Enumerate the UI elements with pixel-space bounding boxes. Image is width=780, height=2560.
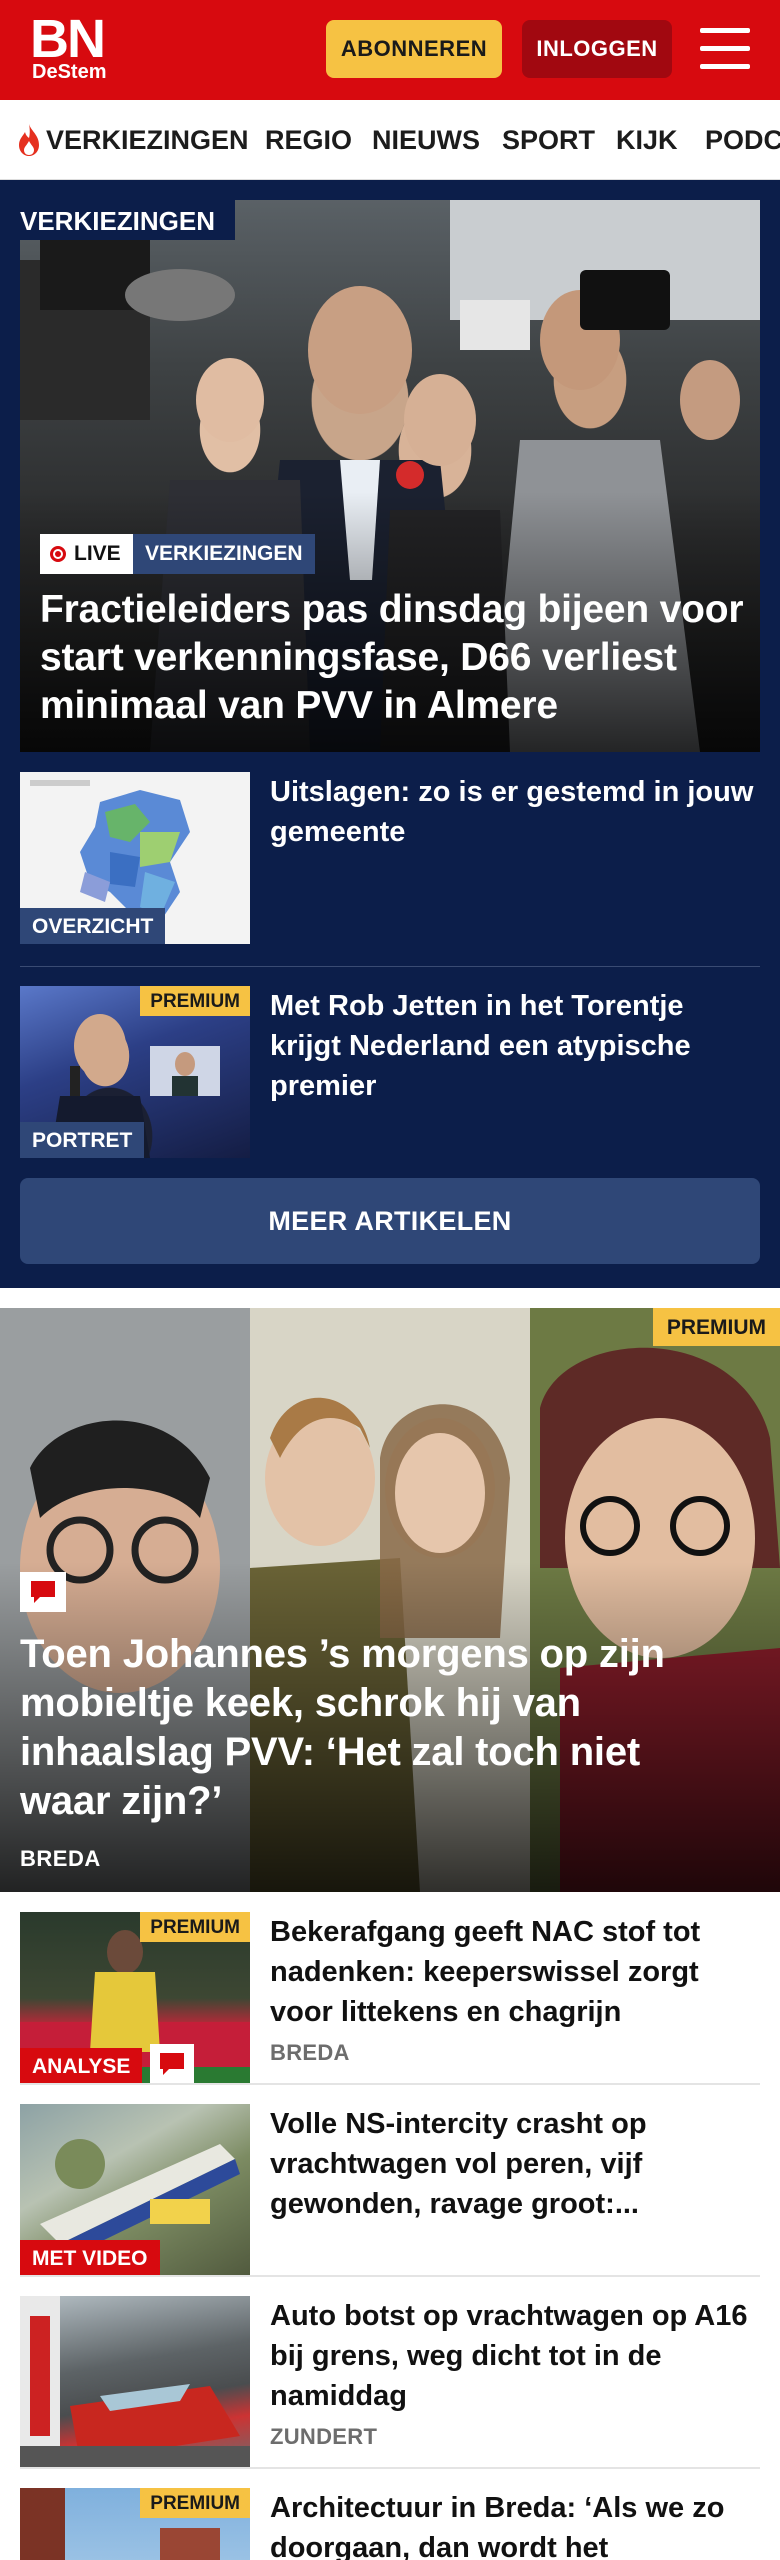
divider: [20, 966, 760, 967]
nav-label: VERKIEZINGEN: [46, 124, 249, 155]
article-title[interactable]: Architectuur in Breda: ‘Als we zo doorga…: [270, 2488, 760, 2560]
divider: [20, 2467, 760, 2469]
side-article-title[interactable]: Uitslagen: zo is er gestemd in jouw geme…: [270, 772, 760, 852]
analysis-tag: ANALYSE: [20, 2048, 143, 2084]
list-article[interactable]: Auto botst op vrachtwagen op A16 bij gre…: [20, 2296, 760, 2468]
hero-title[interactable]: Fractieleiders pas dinsdag bijeen voor s…: [40, 586, 750, 730]
results-map-image: OVERZICHT: [20, 772, 250, 944]
premium-badge: PREMIUM: [140, 1912, 250, 1942]
nav-item-nieuws[interactable]: NIEUWS: [372, 100, 480, 179]
subscribe-button[interactable]: ABONNEREN: [326, 20, 502, 78]
article-title[interactable]: Bekerafgang geeft NAC stof tot nadenken:…: [270, 1912, 760, 2032]
nav-item-regio[interactable]: REGIO: [265, 100, 352, 179]
article-location: BREDA: [270, 2040, 350, 2065]
login-button[interactable]: INLOGGEN: [522, 20, 672, 78]
flame-icon: [19, 124, 39, 156]
live-dot-icon: [50, 546, 66, 562]
logo-sub: DeStem: [32, 61, 107, 83]
hero-article[interactable]: VERKIEZINGEN LIVE VERKIEZINGEN Fractiele…: [20, 200, 760, 752]
live-label: LIVE: [74, 542, 121, 565]
list-article[interactable]: PREMIUM ANALYSE Bekerafgang geeft NAC st…: [20, 1912, 760, 2084]
feature-title[interactable]: Toen Johannes ’s morgens op zijn mobielt…: [20, 1630, 720, 1826]
election-section: VERKIEZINGEN LIVE VERKIEZINGEN Fractiele…: [0, 180, 780, 1288]
portrait-label: PORTRET: [20, 1122, 145, 1158]
section-nav: VERKIEZINGEN REGIO NIEUWS SPORT KIJK POD…: [0, 100, 780, 180]
comment-icon: [150, 2044, 194, 2084]
section-tag: VERKIEZINGEN: [20, 200, 236, 240]
logo-main: BN: [30, 9, 106, 69]
nav-item-kijk[interactable]: KIJK: [616, 100, 678, 179]
portrait-image: PREMIUM PORTRET: [20, 986, 250, 1158]
premium-badge: PREMIUM: [652, 1308, 780, 1346]
category-badge: VERKIEZINGEN: [133, 534, 315, 574]
divider: [20, 2275, 760, 2277]
feature-location: BREDA: [20, 1846, 101, 1871]
feature-article[interactable]: PREMIUM Toen Johannes ’s morgens op zijn…: [0, 1308, 780, 1892]
side-article[interactable]: OVERZICHT Uitslagen: zo is er gestemd in…: [20, 772, 760, 944]
divider: [20, 2083, 760, 2085]
nav-item-podcast[interactable]: PODC: [705, 100, 780, 179]
menu-icon[interactable]: [700, 28, 750, 70]
more-articles-button[interactable]: MEER ARTIKELEN: [20, 1178, 760, 1264]
article-image: MET VIDEO: [20, 2104, 250, 2276]
video-tag: MET VIDEO: [20, 2240, 160, 2276]
site-header: BN DeStem ABONNEREN INLOGGEN: [0, 0, 780, 100]
site-logo[interactable]: BN DeStem: [30, 9, 107, 83]
side-article[interactable]: PREMIUM PORTRET Met Rob Jetten in het To…: [20, 986, 760, 1158]
premium-badge: PREMIUM: [140, 2488, 250, 2518]
article-image: [20, 2296, 250, 2468]
side-article-title[interactable]: Met Rob Jetten in het Torentje krijgt Ne…: [270, 986, 760, 1106]
list-article[interactable]: MET VIDEO Volle NS-intercity crasht op v…: [20, 2104, 760, 2276]
nav-item-sport[interactable]: SPORT: [502, 100, 595, 179]
article-title[interactable]: Auto botst op vrachtwagen op A16 bij gre…: [270, 2296, 760, 2416]
live-badge: LIVE: [40, 534, 133, 574]
list-article[interactable]: PREMIUM Architectuur in Breda: ‘Als we z…: [20, 2488, 760, 2560]
article-image: PREMIUM ANALYSE: [20, 1912, 250, 2084]
article-location: ZUNDERT: [270, 2424, 378, 2449]
premium-badge: PREMIUM: [140, 986, 250, 1016]
article-title[interactable]: Volle NS-intercity crasht op vrachtwagen…: [270, 2104, 760, 2224]
article-image: PREMIUM: [20, 2488, 250, 2560]
overview-label: OVERZICHT: [20, 908, 166, 944]
comment-icon: [20, 1572, 66, 1612]
nav-item-verkiezingen[interactable]: VERKIEZINGEN: [16, 100, 249, 179]
